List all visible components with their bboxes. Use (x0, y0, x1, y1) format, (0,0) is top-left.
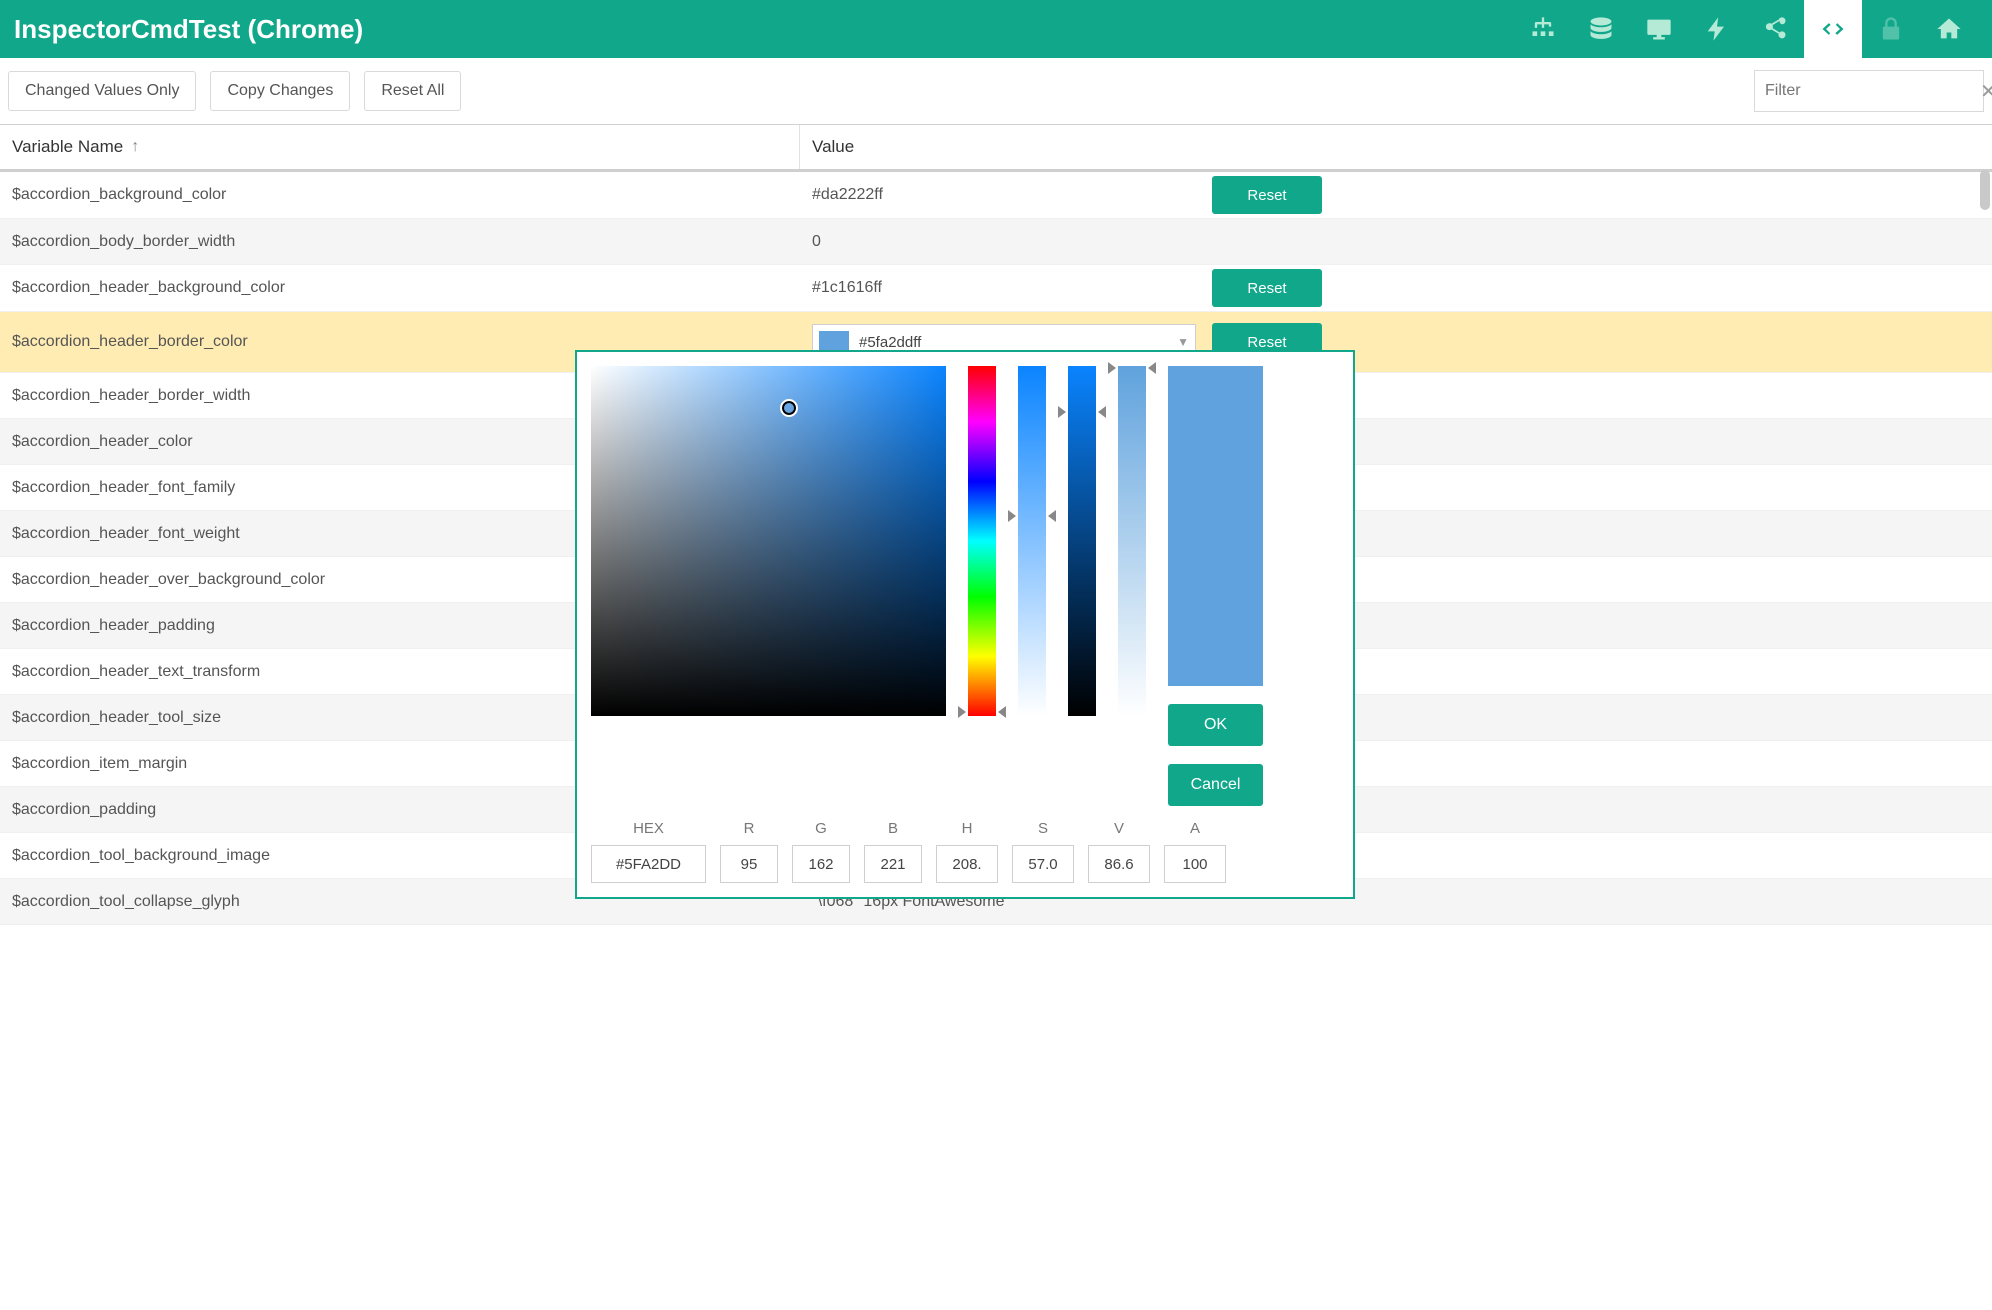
column-variable-name[interactable]: Variable Name ↑ (0, 125, 800, 169)
b-input[interactable] (864, 845, 922, 883)
a-label: A (1190, 820, 1200, 837)
code-icon[interactable] (1804, 0, 1862, 58)
table-row[interactable]: $accordion_header_background_color#1c161… (0, 265, 1992, 312)
g-input[interactable] (792, 845, 850, 883)
copy-changes-button[interactable]: Copy Changes (210, 71, 350, 111)
reset-cell (1208, 219, 1992, 264)
desktop-icon[interactable] (1630, 0, 1688, 58)
column-reset (1208, 125, 1992, 169)
value-cell[interactable]: 0 (800, 219, 1208, 264)
cancel-button[interactable]: Cancel (1168, 764, 1263, 806)
a-input[interactable] (1164, 845, 1226, 883)
hue-slider[interactable] (968, 366, 996, 716)
scrollbar-thumb[interactable] (1980, 170, 1990, 210)
toolbar: Changed Values Only Copy Changes Reset A… (0, 58, 1992, 124)
filter-input[interactable] (1765, 82, 1972, 100)
r-input[interactable] (720, 845, 778, 883)
hex-label: HEX (633, 820, 664, 837)
s-label: S (1038, 820, 1048, 837)
database-icon[interactable] (1572, 0, 1630, 58)
changed-values-only-button[interactable]: Changed Values Only (8, 71, 196, 111)
reset-button[interactable]: Reset (1212, 176, 1322, 214)
ok-button[interactable]: OK (1168, 704, 1263, 746)
app-header: InspectorCmdTest (Chrome) (0, 0, 1992, 58)
alpha-slider[interactable] (1118, 366, 1146, 716)
color-picker-popup: OK Cancel HEX R G B H S V A (575, 350, 1355, 899)
clear-filter-icon[interactable]: ✕ (1980, 79, 1992, 104)
value-cell[interactable]: #1c1616ff (800, 265, 1208, 311)
b-label: B (888, 820, 898, 837)
reset-button[interactable]: Reset (1212, 269, 1322, 307)
variable-name-cell: $accordion_background_color (0, 172, 800, 218)
sort-asc-icon: ↑ (131, 138, 139, 156)
table-row[interactable]: $accordion_body_border_width0 (0, 219, 1992, 265)
v-label: V (1114, 820, 1124, 837)
sv-handle[interactable] (782, 401, 796, 415)
lock-icon[interactable] (1862, 0, 1920, 58)
home-icon[interactable] (1920, 0, 1978, 58)
grid-header: Variable Name ↑ Value (0, 125, 1992, 172)
reset-cell: Reset (1208, 265, 1992, 311)
value-slider[interactable] (1068, 366, 1096, 716)
h-label: H (962, 820, 973, 837)
variable-name-cell: $accordion_header_background_color (0, 265, 800, 311)
h-input[interactable] (936, 845, 998, 883)
color-value-input[interactable] (859, 334, 1167, 351)
share-icon[interactable] (1746, 0, 1804, 58)
column-value[interactable]: Value (800, 125, 1208, 169)
saturation-value-field[interactable] (591, 366, 946, 716)
table-row[interactable]: $accordion_background_color#da2222ffRese… (0, 172, 1992, 219)
s-input[interactable] (1012, 845, 1074, 883)
dropdown-icon[interactable]: ▼ (1177, 335, 1189, 349)
filter-box: ✕ (1754, 70, 1984, 112)
bolt-icon[interactable] (1688, 0, 1746, 58)
saturation-slider[interactable] (1018, 366, 1046, 716)
v-input[interactable] (1088, 845, 1150, 883)
reset-all-button[interactable]: Reset All (364, 71, 461, 111)
header-icon-bar (1514, 0, 1978, 58)
sitemap-icon[interactable] (1514, 0, 1572, 58)
hex-input[interactable] (591, 845, 706, 883)
g-label: G (815, 820, 827, 837)
reset-cell: Reset (1208, 172, 1992, 218)
variable-name-cell: $accordion_body_border_width (0, 219, 800, 264)
value-cell[interactable]: #da2222ff (800, 172, 1208, 218)
app-title: InspectorCmdTest (Chrome) (14, 14, 1514, 45)
r-label: R (744, 820, 755, 837)
color-preview (1168, 366, 1263, 686)
